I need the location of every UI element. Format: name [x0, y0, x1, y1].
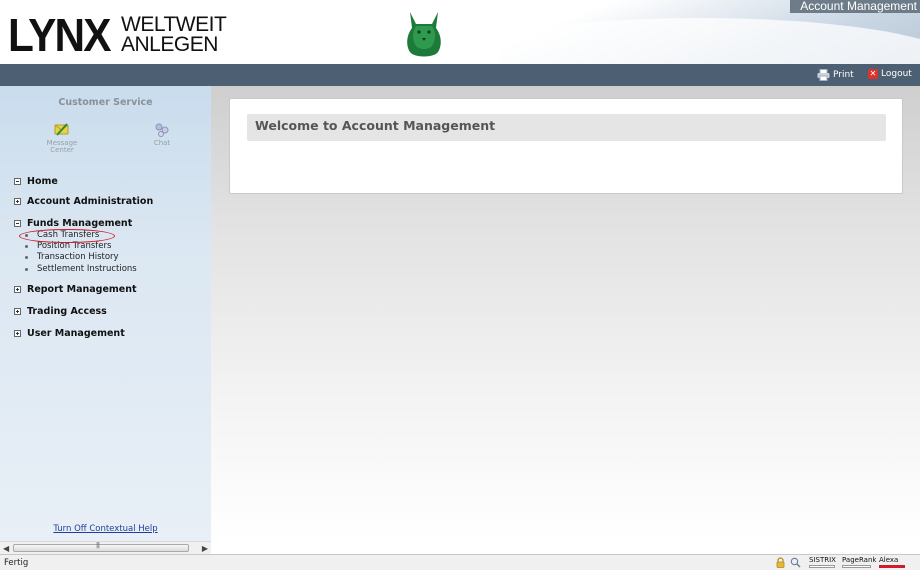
- nav-item-label: Account Administration: [27, 196, 154, 207]
- message-center-button[interactable]: Message Center: [32, 122, 92, 154]
- customer-service-title: Customer Service: [58, 97, 153, 108]
- subnav-item-label: Transaction History: [37, 252, 119, 262]
- welcome-header-bar: Welcome to Account Management: [247, 114, 886, 141]
- bullet-icon: [25, 255, 28, 259]
- lynx-logo: LYNX: [8, 9, 111, 61]
- nav-item-trading-access[interactable]: Trading Access: [14, 306, 107, 317]
- annotation-highlight-ring: [19, 229, 115, 243]
- page-title: Welcome to Account Management: [255, 118, 496, 133]
- alexa-bar: [879, 565, 905, 568]
- printer-icon: [817, 69, 830, 81]
- print-button[interactable]: Print: [817, 69, 854, 81]
- message-center-label-2: Center: [50, 146, 74, 154]
- logout-label: Logout: [881, 69, 912, 79]
- horizontal-scrollbar[interactable]: ◀ ▶: [0, 541, 211, 554]
- header: LYNX WELTWEIT ANLEGEN Account Management: [0, 0, 920, 64]
- pagerank-badge[interactable]: PageRank: [840, 556, 877, 568]
- print-label: Print: [833, 70, 854, 80]
- logout-button[interactable]: ✕ Logout: [868, 69, 912, 79]
- expand-toggle-icon[interactable]: [14, 308, 21, 315]
- nav-item-home[interactable]: Home: [14, 176, 58, 187]
- scrollbar-thumb[interactable]: [13, 542, 189, 552]
- expand-toggle-icon[interactable]: [14, 330, 21, 337]
- subnav-item-transaction-history[interactable]: Transaction History: [25, 252, 119, 262]
- logo-tagline: WELTWEIT ANLEGEN: [121, 13, 227, 56]
- chat-button[interactable]: Chat: [132, 122, 192, 147]
- nav-item-label: User Management: [27, 328, 125, 339]
- nav-item-user-management[interactable]: User Management: [14, 328, 125, 339]
- nav-item-account-administration[interactable]: Account Administration: [14, 196, 153, 207]
- logo-tagline-line1: WELTWEIT: [121, 13, 227, 36]
- logo-tagline-line2: ANLEGEN: [121, 33, 218, 56]
- toolbar: Print ✕ Logout: [0, 64, 920, 86]
- subnav-item-settlement-instructions[interactable]: Settlement Instructions: [25, 264, 137, 274]
- collapse-toggle-icon[interactable]: [14, 178, 21, 185]
- status-text: Fertig: [4, 558, 29, 568]
- main-content: Welcome to Account Management: [211, 86, 920, 541]
- expand-toggle-icon[interactable]: [14, 198, 21, 205]
- message-center-icon: [54, 123, 69, 136]
- bullet-icon: [25, 244, 28, 248]
- scrollbar-gutter: [211, 541, 920, 554]
- welcome-panel: Welcome to Account Management: [229, 98, 903, 194]
- turn-off-contextual-help-link[interactable]: Turn Off Contextual Help: [0, 524, 211, 534]
- nav-item-label: Funds Management: [27, 218, 133, 229]
- alexa-label: Alexa: [879, 556, 899, 564]
- nav-item-funds-management[interactable]: Funds Management: [14, 218, 132, 229]
- pagerank-label: PageRank: [842, 556, 877, 564]
- nav-item-label: Report Management: [27, 284, 137, 295]
- pagerank-bar: [842, 565, 871, 568]
- nav-item-report-management[interactable]: Report Management: [14, 284, 137, 295]
- collapse-toggle-icon[interactable]: [14, 220, 21, 227]
- chat-icon: [155, 123, 169, 137]
- sistrix-bar: [809, 565, 835, 568]
- lynx-cat-icon: [407, 12, 441, 57]
- subnav-item-label: Settlement Instructions: [37, 264, 137, 274]
- nav-item-label: Home: [27, 176, 58, 187]
- nav-item-label: Trading Access: [27, 306, 107, 317]
- logout-icon: ✕: [868, 69, 878, 79]
- sistrix-badge[interactable]: SISTRIX: [807, 556, 837, 568]
- scroll-right-arrow-icon[interactable]: ▶: [202, 544, 208, 553]
- app-title: Account Management: [790, 0, 920, 13]
- alexa-badge[interactable]: Alexa: [877, 556, 907, 568]
- browser-status-bar: Fertig SISTRIX PageRank Alexa: [0, 554, 920, 570]
- expand-toggle-icon[interactable]: [14, 286, 21, 293]
- lock-icon[interactable]: [775, 557, 786, 568]
- sidebar: Customer Service Message Center Chat Hom…: [0, 86, 211, 541]
- magnifier-icon[interactable]: [790, 557, 801, 568]
- chat-label: Chat: [153, 139, 171, 147]
- sistrix-label: SISTRIX: [809, 556, 836, 564]
- scroll-left-arrow-icon[interactable]: ◀: [3, 544, 9, 553]
- bullet-icon: [25, 267, 28, 271]
